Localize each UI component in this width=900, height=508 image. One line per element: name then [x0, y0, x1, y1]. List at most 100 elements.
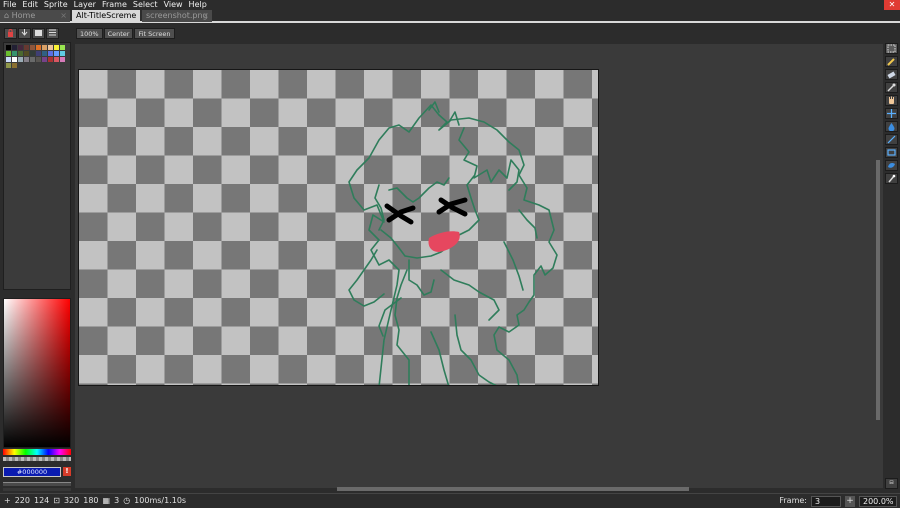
status-bar: + 220 124 ⊡ 320 180 ▦ 3 ◷ 100ms/1.10s Fr… [0, 493, 900, 508]
palette-swatch[interactable] [48, 45, 53, 50]
palette-actions [4, 28, 59, 39]
size-icon: ⊡ [53, 496, 60, 505]
rectangle-icon[interactable] [885, 147, 898, 158]
menu-bar: File Edit Sprite Layer Frame Select View… [0, 0, 900, 10]
zoom-100-button[interactable]: 100% [76, 28, 103, 39]
menu-view[interactable]: View [161, 0, 186, 10]
palette-swatch[interactable] [30, 51, 35, 56]
palette-swatch[interactable] [6, 45, 11, 50]
tab-home[interactable]: ⌂ Home × [0, 10, 70, 22]
tab-close-icon[interactable]: × [202, 10, 209, 22]
hand-icon[interactable] [885, 95, 898, 106]
palette-swatch[interactable] [6, 57, 11, 62]
paint-bucket-icon[interactable] [885, 121, 898, 132]
palette-swatch[interactable] [42, 51, 47, 56]
fit-screen-button[interactable]: Fit Screen [134, 28, 175, 39]
palette-swatch[interactable] [18, 57, 23, 62]
menu-layer[interactable]: Layer [71, 0, 99, 10]
center-button[interactable]: Center [103, 28, 134, 39]
horizontal-scrollbar[interactable] [337, 487, 689, 491]
menu-help[interactable]: Help [186, 0, 210, 10]
palette-swatch[interactable] [36, 57, 41, 62]
palette-swatch[interactable] [12, 57, 17, 62]
home-icon: ⌂ [4, 11, 12, 20]
palette-swatch[interactable] [30, 57, 35, 62]
secondary-color-bar[interactable] [3, 482, 71, 486]
tab-label: Alt-TitleScreme [76, 11, 137, 20]
frame-input[interactable]: 3 [811, 495, 841, 507]
clock-icon: ◷ [123, 496, 131, 505]
palette-swatch[interactable] [42, 57, 47, 62]
folder-icon[interactable] [32, 28, 45, 39]
sprite-width: 320 [63, 496, 80, 505]
eyedropper-icon[interactable] [885, 82, 898, 93]
palette-swatch[interactable] [48, 57, 53, 62]
palette-swatch[interactable] [60, 45, 65, 50]
menu-frame[interactable]: Frame [99, 0, 130, 10]
vertical-scrollbar[interactable] [876, 160, 880, 420]
lock-icon[interactable] [4, 28, 17, 39]
duration: 100ms/1.10s [134, 496, 187, 505]
warning-icon[interactable]: ! [63, 467, 71, 476]
cursor-y: 124 [33, 496, 50, 505]
palette-swatch[interactable] [60, 57, 65, 62]
palette-swatch[interactable] [36, 45, 41, 50]
palette-swatch[interactable] [6, 63, 11, 68]
palette-swatch[interactable] [48, 51, 53, 56]
palette-swatch[interactable] [42, 45, 47, 50]
tab-close-icon[interactable]: × [60, 10, 67, 22]
palette-swatch[interactable] [12, 51, 17, 56]
move-icon[interactable] [885, 108, 898, 119]
hex-color-field[interactable]: #000000 [3, 467, 61, 477]
hue-slider[interactable] [3, 449, 71, 455]
palette-panel [3, 42, 71, 290]
palette-swatch[interactable] [6, 51, 11, 56]
tab-bar: ⌂ Home × Alt-TitleScreme screenshot.png … [0, 10, 900, 23]
tab-label: screenshot.png [146, 11, 208, 20]
palette-swatch[interactable] [54, 57, 59, 62]
status-info: + 220 124 ⊡ 320 180 ▦ 3 ◷ 100ms/1.10s [4, 494, 186, 508]
line-icon[interactable] [885, 134, 898, 145]
color-picker[interactable] [3, 298, 71, 448]
palette-swatch[interactable] [36, 51, 41, 56]
eraser-icon[interactable] [885, 69, 898, 80]
menu-select[interactable]: Select [130, 0, 161, 10]
frame-label: Frame: [779, 496, 807, 505]
frame-count: 3 [114, 496, 120, 505]
close-icon[interactable]: ✕ [884, 0, 900, 10]
palette-swatch[interactable] [54, 45, 59, 50]
zoom-actions: 100% Center Fit Screen [76, 28, 175, 39]
palette-swatch[interactable] [12, 45, 17, 50]
menu-file[interactable]: File [0, 0, 19, 10]
menu-sprite[interactable]: Sprite [41, 0, 71, 10]
context-bar: 100% Center Fit Screen [0, 25, 900, 42]
crosshair-icon: + [4, 496, 11, 505]
palette-swatch[interactable] [18, 45, 23, 50]
blur-icon[interactable] [885, 173, 898, 184]
palette-swatch[interactable] [24, 57, 29, 62]
palette-swatch[interactable] [60, 51, 65, 56]
palette-swatch[interactable] [18, 51, 23, 56]
tab-alt-titlescreme[interactable]: Alt-TitleScreme [72, 10, 140, 22]
contour-icon[interactable] [885, 160, 898, 171]
download-icon[interactable] [18, 28, 31, 39]
palette-swatch[interactable] [24, 51, 29, 56]
zoom-field[interactable]: 200.0% [859, 495, 897, 507]
add-frame-button[interactable]: + [845, 495, 855, 507]
tab-screenshot[interactable]: screenshot.png × [142, 10, 212, 22]
pencil-icon[interactable] [885, 56, 898, 67]
palette-swatches [6, 45, 70, 69]
alpha-slider[interactable] [3, 457, 71, 461]
menu-edit[interactable]: Edit [19, 0, 41, 10]
timeline-toggle-icon[interactable]: ⊟ [885, 478, 898, 489]
tab-label: Home [11, 11, 36, 20]
sprite-height: 180 [83, 496, 99, 505]
palette-swatch[interactable] [24, 45, 29, 50]
palette-swatch[interactable] [30, 45, 35, 50]
palette-swatch[interactable] [12, 63, 17, 68]
sprite-canvas[interactable] [78, 69, 599, 386]
marquee-icon[interactable] [885, 43, 898, 54]
palette-swatch[interactable] [54, 51, 59, 56]
tool-bar [885, 43, 898, 493]
menu-icon[interactable] [46, 28, 59, 39]
